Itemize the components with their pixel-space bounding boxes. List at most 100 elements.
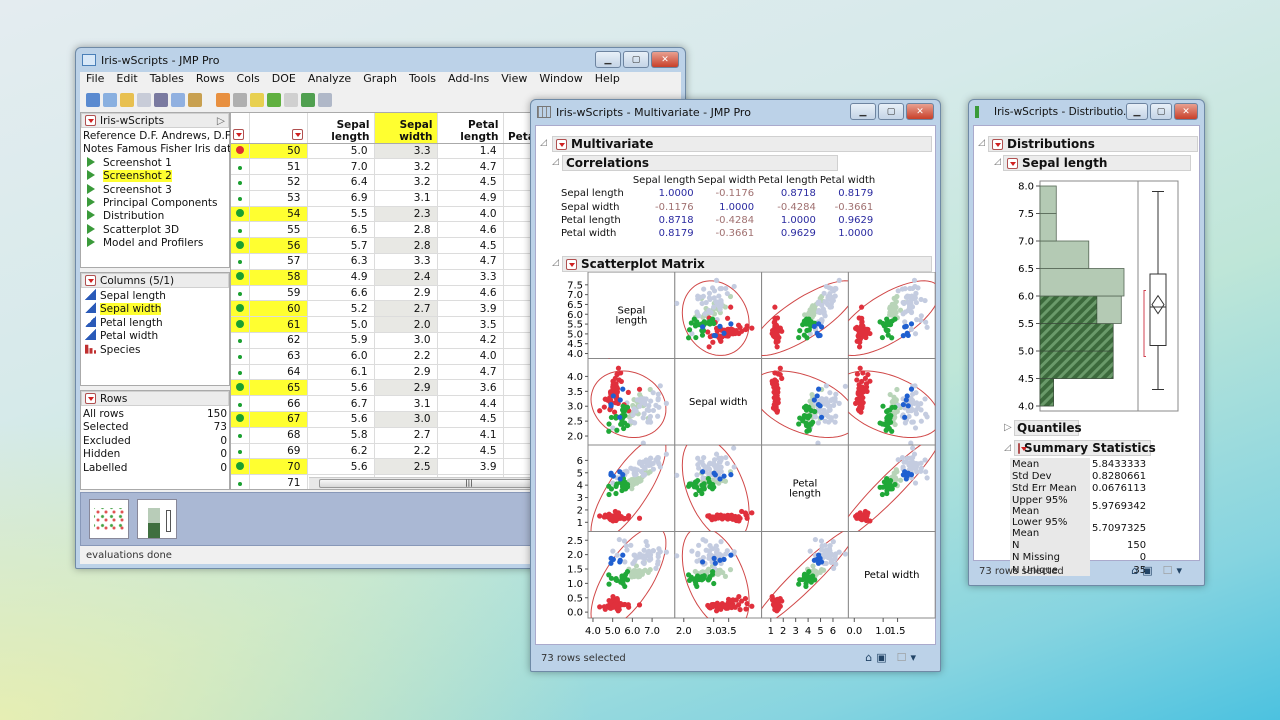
data-point[interactable] — [718, 468, 724, 475]
run-script-icon[interactable] — [87, 210, 95, 221]
data-point[interactable] — [723, 285, 729, 292]
histogram-selected-bar[interactable] — [1039, 378, 1054, 407]
data-point[interactable] — [827, 390, 833, 396]
data-point[interactable] — [862, 375, 868, 382]
data-point[interactable] — [833, 413, 839, 419]
data-point[interactable] — [817, 309, 823, 316]
data-point[interactable] — [617, 397, 623, 403]
data-point[interactable] — [774, 344, 780, 350]
data-point[interactable] — [631, 406, 637, 412]
data-cell[interactable]: 5.0 — [307, 143, 375, 160]
data-cell[interactable]: 3.2 — [374, 158, 438, 176]
data-point[interactable] — [856, 408, 862, 414]
data-point[interactable] — [696, 542, 702, 548]
data-point[interactable] — [801, 413, 807, 419]
data-point[interactable] — [699, 324, 706, 330]
data-point[interactable] — [731, 283, 737, 290]
data-point[interactable] — [735, 322, 742, 328]
data-point[interactable] — [694, 472, 700, 478]
data-point[interactable] — [721, 513, 727, 519]
data-point[interactable] — [836, 400, 842, 406]
data-point[interactable] — [706, 290, 713, 296]
data-point[interactable] — [693, 334, 699, 341]
data-point[interactable] — [631, 552, 637, 558]
open-icon[interactable] — [120, 93, 134, 107]
close-button[interactable]: ✕ — [651, 51, 679, 68]
row-state-cell[interactable] — [231, 316, 250, 334]
table-row[interactable]: 51 7.0 3.2 4.7 — [231, 158, 544, 176]
home-icon[interactable]: ⌂ — [865, 651, 872, 664]
data-point[interactable] — [728, 304, 734, 310]
data-cell[interactable]: 2.2 — [374, 443, 438, 460]
data-point[interactable] — [769, 593, 775, 600]
data-point[interactable] — [640, 415, 646, 421]
row-number[interactable]: 67 — [249, 411, 308, 428]
data-point[interactable] — [721, 602, 727, 608]
row-number[interactable]: 52 — [249, 174, 308, 191]
data-point[interactable] — [620, 484, 626, 490]
data-cell[interactable]: 5.0 — [307, 316, 375, 334]
data-point[interactable] — [822, 313, 828, 319]
data-point[interactable] — [717, 286, 723, 292]
run-script-icon[interactable] — [87, 223, 95, 234]
data-point[interactable] — [699, 469, 706, 475]
data-point[interactable] — [724, 315, 731, 321]
distribution-icon[interactable] — [267, 93, 281, 107]
data-cell[interactable]: 3.1 — [374, 395, 438, 413]
data-point[interactable] — [864, 388, 870, 395]
data-point[interactable] — [695, 550, 701, 556]
data-point[interactable] — [724, 460, 730, 467]
box[interactable] — [1149, 273, 1167, 346]
table-row[interactable]: 57 6.3 3.3 4.7 — [231, 253, 544, 270]
data-cell[interactable]: 4.2 — [437, 332, 504, 349]
data-point[interactable] — [804, 428, 810, 434]
data-point[interactable] — [613, 490, 619, 497]
data-point[interactable] — [818, 538, 825, 544]
data-point[interactable] — [908, 321, 915, 327]
data-point[interactable] — [803, 403, 809, 409]
data-point[interactable] — [900, 464, 906, 470]
table-row[interactable]: 64 6.1 2.9 4.7 — [231, 364, 544, 381]
data-cell[interactable]: 5.9 — [307, 332, 375, 349]
data-cell[interactable]: 4.5 — [437, 443, 504, 460]
data-point[interactable] — [663, 451, 669, 457]
data-point[interactable] — [918, 418, 924, 424]
data-cell[interactable]: 3.3 — [437, 269, 504, 286]
data-point[interactable] — [828, 397, 834, 403]
data-point[interactable] — [709, 285, 716, 291]
data-point[interactable] — [911, 277, 918, 283]
data-point[interactable] — [735, 514, 742, 520]
data-point[interactable] — [631, 470, 637, 476]
data-point[interactable] — [717, 323, 723, 329]
data-point[interactable] — [924, 324, 930, 330]
data-point[interactable] — [827, 296, 833, 303]
data-point[interactable] — [711, 320, 717, 327]
row-number[interactable]: 51 — [249, 158, 308, 176]
table-row[interactable]: 56 5.7 2.8 4.5 — [231, 237, 544, 255]
column-item[interactable]: Petal width — [83, 329, 166, 342]
maximize-button[interactable]: ▢ — [878, 103, 904, 120]
row-state-cell[interactable] — [231, 348, 250, 365]
data-point[interactable] — [620, 552, 626, 558]
table-row[interactable]: 50 5.0 3.3 1.4 — [231, 143, 544, 160]
disclosure-icon[interactable]: ◿ — [552, 258, 559, 268]
data-point[interactable] — [892, 409, 898, 415]
data-point[interactable] — [674, 300, 680, 306]
menu-file[interactable]: File — [80, 72, 110, 88]
data-point[interactable] — [892, 421, 898, 428]
data-point[interactable] — [713, 451, 720, 457]
data-point[interactable] — [718, 539, 724, 545]
histogram-selected-bar[interactable] — [1039, 350, 1114, 379]
data-point[interactable] — [821, 567, 827, 573]
data-point[interactable] — [699, 559, 706, 565]
row-state-cell[interactable] — [231, 474, 250, 489]
data-point[interactable] — [897, 477, 904, 483]
column-item[interactable]: Species — [83, 343, 166, 356]
table-script-item[interactable]: Screenshot 2 — [83, 170, 249, 183]
data-point[interactable] — [908, 309, 915, 316]
data-point[interactable] — [858, 329, 864, 335]
data-point[interactable] — [606, 491, 612, 498]
data-point[interactable] — [628, 418, 634, 424]
data-point[interactable] — [616, 536, 622, 543]
data-point[interactable] — [797, 577, 803, 583]
